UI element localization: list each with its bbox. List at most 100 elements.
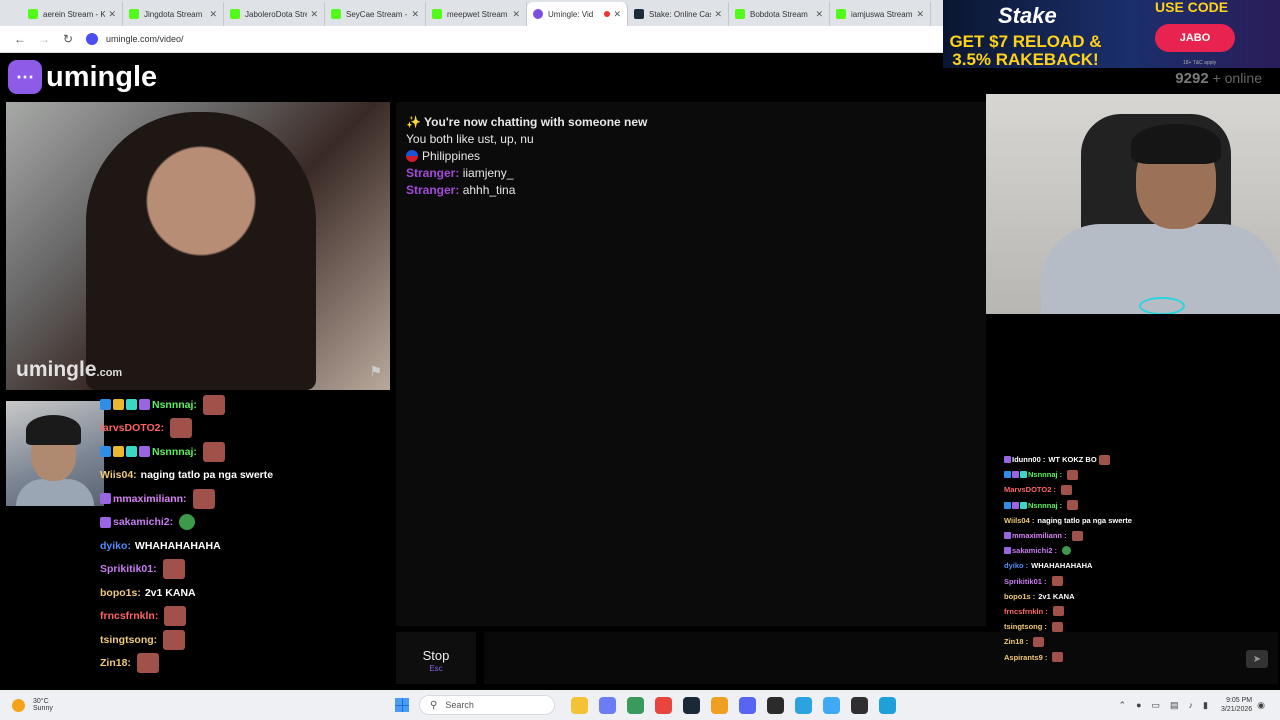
sun-icon bbox=[12, 698, 25, 712]
chevron-up-icon[interactable]: ⌃ bbox=[1119, 700, 1127, 711]
use-code-label: USE CODE bbox=[1155, 0, 1229, 15]
tab-title: meepwet Stream bbox=[447, 9, 508, 19]
emote-icon bbox=[179, 514, 196, 531]
chat-text: 2v1 KANA bbox=[144, 586, 196, 599]
browser-tab[interactable]: SeyCae Stream - ✕ bbox=[325, 2, 426, 26]
close-tab-icon[interactable]: ✕ bbox=[310, 9, 318, 20]
chat-text: naging tatlo pa nga swerte bbox=[1037, 515, 1132, 525]
clock[interactable]: 9:05 PM 3/21/2026 bbox=[1221, 696, 1252, 714]
stop-button[interactable]: Stop Esc bbox=[396, 632, 476, 684]
obs-icon[interactable] bbox=[850, 696, 868, 714]
browser-tab[interactable]: iamjuswa Stream ✕ bbox=[830, 2, 931, 26]
send-icon[interactable]: ➤ bbox=[1246, 650, 1268, 668]
chat-username: Aspirants9 : bbox=[1004, 652, 1048, 662]
report-flag-icon[interactable]: ⚑ bbox=[369, 363, 382, 380]
site-info-icon[interactable] bbox=[86, 33, 98, 45]
browser-tab[interactable]: Jingdota Stream ✕ bbox=[123, 2, 224, 26]
message-sender: Stranger: bbox=[406, 166, 460, 180]
chrome-canary-icon[interactable] bbox=[710, 696, 728, 714]
emote-icon bbox=[1052, 606, 1064, 617]
notepad-icon[interactable] bbox=[878, 696, 896, 714]
close-tab-icon[interactable]: ✕ bbox=[613, 9, 621, 20]
close-tab-icon[interactable]: ✕ bbox=[411, 9, 419, 20]
microphone-icon[interactable]: ● bbox=[1136, 700, 1141, 710]
emote-icon bbox=[1051, 576, 1063, 587]
badge-icon bbox=[1004, 532, 1011, 540]
network-icon[interactable]: ▤ bbox=[1170, 700, 1179, 711]
badge-icon bbox=[1004, 471, 1011, 479]
browser-tab[interactable]: meepwet Stream ✕ bbox=[426, 2, 527, 26]
badge-icon bbox=[1004, 547, 1011, 555]
browser-tab[interactable]: aerein Stream - K ✕ bbox=[22, 2, 123, 26]
search-placeholder: Search bbox=[445, 700, 474, 710]
terminal-icon[interactable] bbox=[766, 696, 784, 714]
chat-line: Nsnnnaj: bbox=[100, 393, 390, 417]
chrome-icon[interactable] bbox=[654, 696, 672, 714]
badge-icon bbox=[113, 446, 124, 458]
stake-ad[interactable]: Stake GET $7 RELOAD & 3.5% RAKEBACK! USE… bbox=[943, 0, 1280, 68]
browser-tab[interactable]: Bobdota Stream ✕ bbox=[729, 2, 830, 26]
emote-icon bbox=[1098, 454, 1110, 465]
clock-date: 3/21/2026 bbox=[1220, 706, 1253, 713]
browser-tab[interactable]: Umingle: Vid ✕ bbox=[527, 2, 628, 26]
emote-icon bbox=[1067, 500, 1079, 511]
philippines-flag-icon bbox=[406, 150, 418, 162]
chat-username: Nsnnnaj: bbox=[152, 398, 197, 411]
badge-icon bbox=[100, 446, 111, 458]
emote-icon bbox=[163, 629, 186, 650]
battery-icon[interactable]: ▮ bbox=[1203, 700, 1208, 711]
chat-line: frncsfrnkln: bbox=[100, 605, 390, 629]
chat-line: mmaximiliann : bbox=[1004, 528, 1244, 543]
badge-icon bbox=[1020, 501, 1027, 509]
volume-icon[interactable]: ♪ bbox=[1189, 700, 1194, 710]
taskbar-search[interactable]: ⚲ Search bbox=[419, 695, 555, 715]
notification-icon[interactable]: ◉ bbox=[1257, 700, 1265, 711]
chrome-beta-icon[interactable] bbox=[626, 696, 644, 714]
url-text[interactable]: umingle.com/video/ bbox=[106, 34, 184, 44]
start-icon[interactable] bbox=[395, 698, 409, 712]
chat-text: 2v1 KANA bbox=[1038, 591, 1075, 601]
chat-text: naging tatlo pa nga swerte bbox=[140, 469, 274, 482]
browser-tab-strip: aerein Stream - K ✕ Jingdota Stream ✕ Jabole… bbox=[0, 0, 945, 26]
chat-line: Idunn00 : WT KOKZ BO bbox=[1004, 452, 1244, 467]
promo-code-button[interactable]: JABO bbox=[1155, 24, 1235, 52]
telegram-icon[interactable] bbox=[794, 696, 812, 714]
kick-icon bbox=[129, 9, 139, 19]
back-icon[interactable]: ← bbox=[8, 32, 32, 46]
tab-title: iamjuswa Stream bbox=[851, 9, 913, 19]
forward-icon[interactable]: → bbox=[32, 32, 56, 46]
discord-icon[interactable] bbox=[738, 696, 756, 714]
browser-tab[interactable]: Stake: Online Cas ✕ bbox=[628, 2, 729, 26]
close-tab-icon[interactable]: ✕ bbox=[714, 9, 722, 20]
close-tab-icon[interactable]: ✕ bbox=[916, 9, 924, 20]
badge-icon bbox=[126, 446, 137, 458]
weather-widget[interactable]: 30°C Sunny bbox=[0, 698, 200, 712]
chat-username: Nsnnnaj: bbox=[152, 445, 197, 458]
chat-username: sakamichi2 : bbox=[1012, 546, 1058, 556]
browser-tab[interactable]: JaboleroDota Stre ✕ bbox=[224, 2, 325, 26]
close-tab-icon[interactable]: ✕ bbox=[512, 9, 520, 20]
close-tab-icon[interactable]: ✕ bbox=[108, 9, 116, 20]
chat-username: Nsnnnaj : bbox=[1028, 500, 1063, 510]
umingle-logo[interactable]: ⋯ umingle bbox=[8, 60, 157, 94]
chat-username: Sprikitik01: bbox=[100, 563, 157, 576]
reload-icon[interactable]: ↻ bbox=[56, 32, 80, 46]
file-explorer-icon[interactable] bbox=[570, 696, 588, 714]
chat-username: mmaximiliann : bbox=[1012, 531, 1067, 541]
close-tab-icon[interactable]: ✕ bbox=[209, 9, 217, 20]
chat-line: sakamichi2 : bbox=[1004, 543, 1244, 558]
copilot-icon[interactable] bbox=[598, 696, 616, 714]
chat-username: dyiko: bbox=[100, 539, 131, 552]
chat-intro: ✨ You're now chatting with someone new bbox=[406, 115, 648, 129]
chat-line: larvsDOTO2: bbox=[100, 417, 390, 441]
app-icon[interactable] bbox=[822, 696, 840, 714]
chat-username: tsingtsong: bbox=[100, 633, 158, 646]
close-tab-icon[interactable]: ✕ bbox=[815, 9, 823, 20]
windows-taskbar: 30°C Sunny ⚲ Search ⌃ ● ▭ ▤ ♪ ▮ 9:05 PM 3/2… bbox=[0, 690, 1280, 720]
message-sender: Stranger: bbox=[406, 183, 460, 197]
chat-line: MarvsDOTO2 : bbox=[1004, 482, 1244, 497]
emote-icon bbox=[1060, 484, 1072, 495]
steam-icon[interactable] bbox=[682, 696, 700, 714]
display-icon[interactable]: ▭ bbox=[1152, 700, 1161, 711]
chat-message: Stranger: iiamjeny_ bbox=[396, 165, 986, 182]
